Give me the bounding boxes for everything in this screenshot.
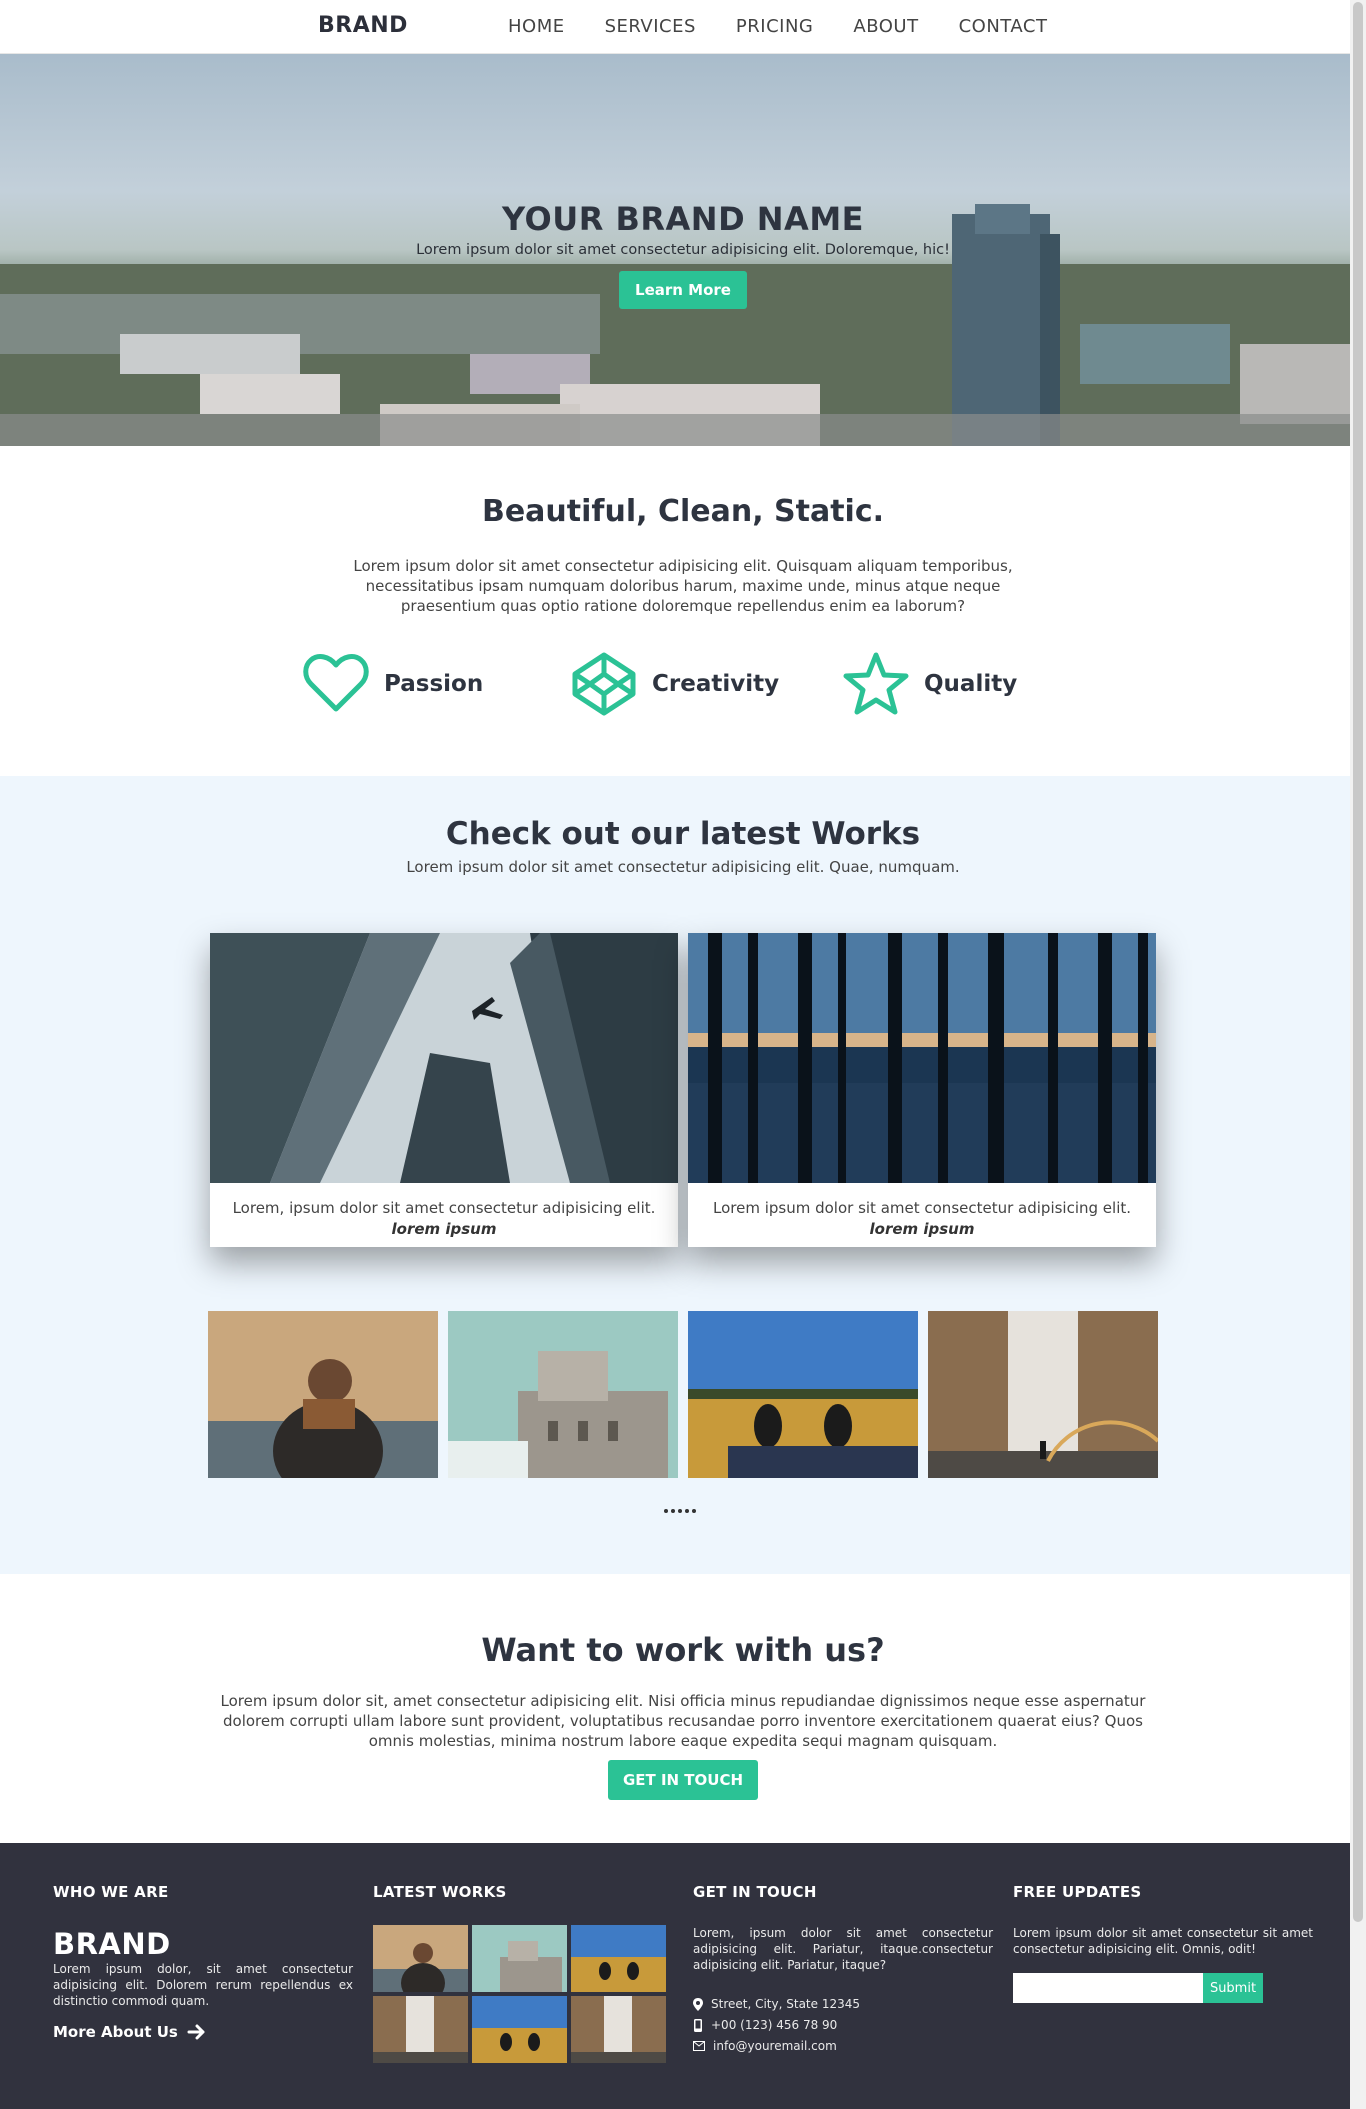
works-subtitle: Lorem ipsum dolor sit amet consectetur a… — [406, 858, 960, 876]
nav-link-home[interactable]: HOME — [508, 16, 565, 37]
work-card-caption: Lorem ipsum dolor sit amet consectetur a… — [712, 1199, 1132, 1217]
thumbnail-field-shoes[interactable] — [688, 1311, 918, 1478]
footer-thumbnail[interactable] — [373, 1925, 468, 1992]
heart-icon — [303, 654, 369, 712]
footer-thumbnail[interactable] — [571, 1925, 666, 1992]
mobile-phone-icon — [694, 2018, 702, 2032]
arrow-right-icon — [187, 2024, 205, 2040]
thumbnail-building[interactable] — [448, 1311, 678, 1478]
feature-quality: Quality — [842, 651, 1017, 717]
more-about-us-link[interactable]: More About Us — [53, 2023, 353, 2041]
features-text: Lorem ipsum dolor sit amet consectetur a… — [353, 557, 1013, 615]
work-card[interactable]: Lorem ipsum dolor sit amet consectetur a… — [688, 933, 1156, 1247]
work-card-author: lorem ipsum — [869, 1220, 975, 1238]
email-input[interactable] — [1013, 1973, 1203, 2003]
work-card-caption: Lorem, ipsum dolor sit amet consectetur … — [232, 1199, 656, 1217]
feature-label: Quality — [924, 671, 1018, 697]
work-thumbnails — [208, 1311, 1168, 1478]
footer-phone: +00 (123) 456 78 90 — [693, 2018, 993, 2032]
learn-more-button[interactable]: Learn More — [619, 271, 747, 309]
hero-title: YOUR BRAND NAME — [501, 200, 865, 238]
footer-who-we-are: WHO WE ARE BRAND Lorem ipsum dolor, sit … — [53, 1883, 353, 2041]
work-card[interactable]: Lorem, ipsum dolor sit amet consectetur … — [210, 933, 678, 1247]
features-title: Beautiful, Clean, Static. — [481, 494, 885, 529]
map-marker-icon — [693, 1997, 703, 2011]
footer-brand: BRAND — [53, 1927, 171, 1961]
footer-works-grid — [373, 1925, 673, 2063]
feature-label: Creativity — [652, 671, 780, 697]
work-card-image — [210, 933, 678, 1183]
work-card-author: lorem ipsum — [391, 1220, 497, 1238]
cta-title: Want to work with us? — [481, 1631, 885, 1669]
footer-updates-text: Lorem ipsum dolor sit amet consectetur s… — [1013, 1926, 1313, 1956]
hero-section: YOUR BRAND NAME Lorem ipsum dolor sit am… — [0, 54, 1350, 446]
footer-get-in-touch: GET IN TOUCH Lorem, ipsum dolor sit amet… — [693, 1883, 993, 2060]
feature-label: Passion — [384, 671, 484, 697]
works-section: Check out our latest Works Lorem ipsum d… — [0, 776, 1350, 1574]
get-in-touch-button[interactable]: GET IN TOUCH — [608, 1760, 758, 1800]
footer-email[interactable]: info@youremail.com — [693, 2039, 993, 2053]
codepen-icon — [572, 652, 636, 716]
feature-passion: Passion — [302, 651, 483, 717]
footer-about-text: Lorem ipsum dolor, sit amet consectetur … — [53, 1962, 353, 2008]
page-scrollbar-thumb[interactable] — [1353, 2, 1363, 1922]
nav-link-contact[interactable]: CONTACT — [959, 16, 1048, 37]
footer-latest-works: LATEST WORKS — [373, 1883, 673, 2063]
footer-contact-text: Lorem, ipsum dolor sit amet consectetur … — [693, 1926, 993, 1972]
footer-heading: FREE UPDATES — [1013, 1883, 1142, 1901]
thumbnail-person-sunset[interactable] — [208, 1311, 438, 1478]
subscribe-form: Submit — [1013, 1973, 1313, 2003]
nav-link-about[interactable]: ABOUT — [853, 16, 918, 37]
work-card-image — [688, 933, 1156, 1183]
footer-thumbnail[interactable] — [472, 1996, 567, 2063]
footer: WHO WE ARE BRAND Lorem ipsum dolor, sit … — [0, 1843, 1350, 2109]
footer-address: Street, City, State 12345 — [693, 1997, 993, 2011]
nav-link-services[interactable]: SERVICES — [605, 16, 696, 37]
feature-creativity: Creativity — [570, 651, 779, 717]
footer-heading: WHO WE ARE — [53, 1883, 169, 1901]
nav-link-pricing[interactable]: PRICING — [736, 16, 813, 37]
submit-button[interactable]: Submit — [1203, 1973, 1263, 2003]
cta-text: Lorem ipsum dolor sit, amet consectetur … — [220, 1692, 1146, 1750]
page-scrollbar[interactable] — [1350, 0, 1366, 2109]
nav-links: HOME SERVICES PRICING ABOUT CONTACT — [508, 16, 1087, 37]
footer-thumbnail[interactable] — [472, 1925, 567, 1992]
navbar: BRAND HOME SERVICES PRICING ABOUT CONTAC… — [0, 0, 1350, 54]
more-about-us-label: More About Us — [53, 2023, 178, 2041]
star-icon — [843, 652, 909, 715]
footer-thumbnail[interactable] — [571, 1996, 666, 2063]
works-title: Check out our latest Works — [445, 816, 921, 852]
footer-heading: LATEST WORKS — [373, 1883, 507, 1901]
footer-thumbnail[interactable] — [373, 1996, 468, 2063]
hero-subtitle: Lorem ipsum dolor sit amet consectetur a… — [416, 242, 950, 258]
footer-free-updates: FREE UPDATES Lorem ipsum dolor sit amet … — [1013, 1883, 1313, 2003]
thumbnail-waterfall[interactable] — [928, 1311, 1158, 1478]
envelope-icon — [693, 2041, 705, 2051]
more-works-dots[interactable] — [664, 1509, 699, 1513]
footer-heading: GET IN TOUCH — [693, 1883, 817, 1901]
nav-brand[interactable]: BRAND — [318, 13, 408, 38]
